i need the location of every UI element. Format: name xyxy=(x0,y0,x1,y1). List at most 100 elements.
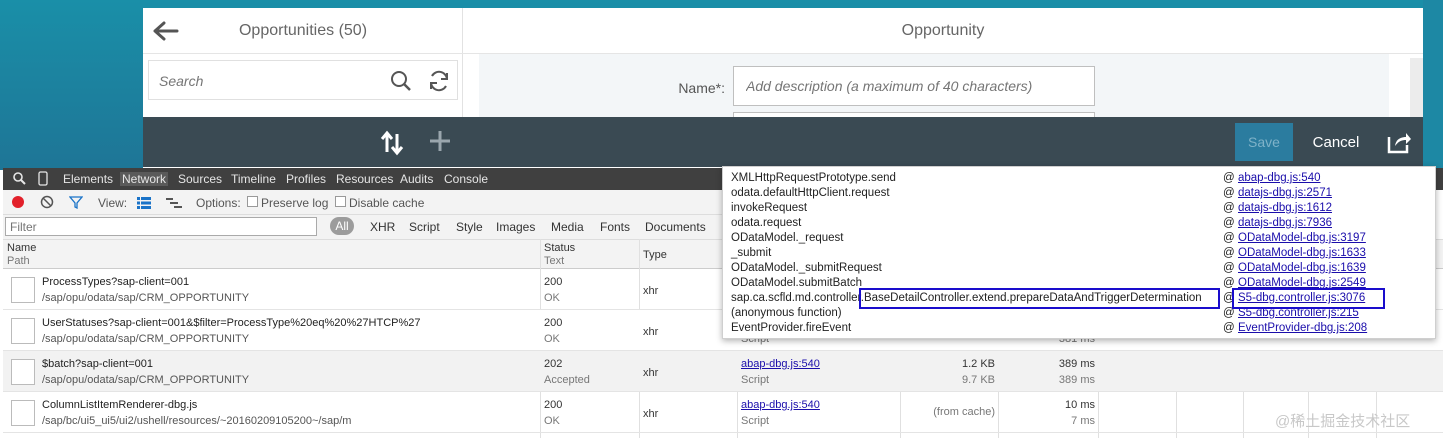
filter-images[interactable]: Images xyxy=(496,220,535,234)
file-icon xyxy=(11,277,35,303)
clear-icon[interactable] xyxy=(40,195,54,214)
tab-elements[interactable]: Elements xyxy=(63,172,113,186)
filter-documents[interactable]: Documents xyxy=(645,220,706,234)
app-right-strip xyxy=(1423,0,1443,170)
file-icon xyxy=(11,400,35,426)
request-type: xhr xyxy=(643,408,659,420)
share-icon[interactable] xyxy=(1386,130,1412,154)
inspect-icon[interactable] xyxy=(12,171,26,188)
col-status[interactable]: Status xyxy=(544,242,575,254)
request-latency: 389 ms xyxy=(1058,374,1095,386)
at-symbol: @ xyxy=(1223,202,1235,214)
master-title: Opportunities (50) xyxy=(238,22,368,39)
view-label: View: xyxy=(98,196,128,210)
filter-row: All XHR Script Style Images Media Fonts … xyxy=(3,215,723,239)
filter-style[interactable]: Style xyxy=(456,220,483,234)
at-symbol: @ xyxy=(1223,247,1235,259)
request-time: 389 ms xyxy=(1058,358,1095,370)
at-symbol: @ xyxy=(1223,187,1235,199)
request-content-size: (from cache) xyxy=(933,406,995,418)
footer-toolbar: Save Cancel xyxy=(143,117,1423,167)
col-type[interactable]: Type xyxy=(643,249,667,261)
request-content-size: 9.7 KB xyxy=(961,374,995,386)
file-icon xyxy=(11,359,35,385)
request-status-text: Accepted xyxy=(544,374,590,386)
col-text: Text xyxy=(544,255,565,267)
overview-icon[interactable] xyxy=(166,196,182,214)
search-input[interactable] xyxy=(159,71,359,91)
callstack-function: ODataModel._submitRequest xyxy=(731,262,882,274)
callstack-source-link[interactable]: ODataModel-dbg.js:3197 xyxy=(1238,232,1366,244)
initiator-callstack-popover: XMLHttpRequestPrototype.send @ abap-dbg.… xyxy=(722,166,1436,339)
device-mode-icon[interactable] xyxy=(38,171,48,189)
disable-cache-checkbox[interactable] xyxy=(335,196,346,207)
callstack-source-link[interactable]: ODataModel-dbg.js:1639 xyxy=(1238,262,1366,274)
request-type: xhr xyxy=(643,285,659,297)
cancel-button[interactable]: Cancel xyxy=(1303,123,1369,161)
request-size: 1.2 KB xyxy=(961,358,995,370)
request-initiator-type: Script xyxy=(741,415,770,427)
table-row[interactable]: $batch?sap-client=001 /sap/opu/odata/sap… xyxy=(3,351,1443,392)
at-symbol: @ xyxy=(1223,262,1235,274)
callstack-source-link[interactable]: datajs-dbg.js:1612 xyxy=(1238,202,1332,214)
request-initiator-type: Script xyxy=(741,374,770,386)
add-icon[interactable] xyxy=(427,128,453,156)
preserve-log-checkbox[interactable] xyxy=(247,196,258,207)
refresh-icon[interactable] xyxy=(427,69,451,93)
request-path: /sap/bc/ui5_ui5/ui2/ushell/resources/~20… xyxy=(42,415,352,427)
filter-input[interactable] xyxy=(5,217,317,236)
at-symbol: @ xyxy=(1223,322,1235,334)
network-toolbar: View: Options: Preserve log Disable cach… xyxy=(3,190,723,215)
request-initiator-link[interactable]: abap-dbg.js:540 xyxy=(741,358,820,370)
detail-pane: Opportunity Name*: xyxy=(463,8,1423,122)
preserve-log-label: Preserve log xyxy=(261,196,329,210)
tab-console[interactable]: Console xyxy=(444,172,488,186)
name-label: Name*: xyxy=(678,80,725,96)
callstack-source-link[interactable]: datajs-dbg.js:2571 xyxy=(1238,187,1332,199)
tab-profiles[interactable]: Profiles xyxy=(286,172,326,186)
sort-icon[interactable] xyxy=(379,130,405,156)
request-name: UserStatuses?sap-client=001&$filter=Proc… xyxy=(42,317,421,329)
tab-audits[interactable]: Audits xyxy=(400,172,433,186)
callstack-source-link[interactable]: abap-dbg.js:540 xyxy=(1238,172,1320,184)
request-path: /sap/opu/odata/sap/CRM_OPPORTUNITY xyxy=(42,292,250,304)
filter-media[interactable]: Media xyxy=(551,220,584,234)
record-icon[interactable] xyxy=(12,196,24,208)
callstack-function: ODataModel._request xyxy=(731,232,844,244)
table-row[interactable]: ColumnListItemRenderer-dbg.js /sap/bc/ui… xyxy=(3,392,1443,433)
tab-timeline[interactable]: Timeline xyxy=(231,172,276,186)
detail-title: Opportunity xyxy=(901,22,985,39)
filter-script[interactable]: Script xyxy=(409,220,440,234)
callstack-function: odata.request xyxy=(731,217,802,229)
request-path: /sap/opu/odata/sap/CRM_OPPORTUNITY xyxy=(42,333,250,345)
col-name[interactable]: Name xyxy=(7,242,36,254)
detail-form: Name*: xyxy=(479,54,1389,122)
large-rows-icon[interactable] xyxy=(137,196,151,214)
filter-icon[interactable] xyxy=(68,195,84,214)
filter-all-button[interactable]: All xyxy=(330,217,354,235)
master-pane: Opportunities (50) xyxy=(143,8,463,118)
name-input[interactable] xyxy=(733,66,1095,106)
save-button[interactable]: Save xyxy=(1235,123,1293,161)
callstack-function: XMLHttpRequestPrototype.send xyxy=(731,172,896,184)
callstack-source-link[interactable]: EventProvider-dbg.js:208 xyxy=(1238,322,1367,334)
request-time: 10 ms xyxy=(1065,399,1095,411)
request-status-text: OK xyxy=(544,415,560,427)
callstack-source-link[interactable]: datajs-dbg.js:7936 xyxy=(1238,217,1332,229)
callstack-function: odata.defaultHttpClient.request xyxy=(731,187,890,199)
tab-resources[interactable]: Resources xyxy=(336,172,393,186)
search-icon[interactable] xyxy=(389,69,413,93)
filter-xhr[interactable]: XHR xyxy=(370,220,395,234)
callstack-source-link[interactable]: ODataModel-dbg.js:1633 xyxy=(1238,247,1366,259)
search-box xyxy=(148,60,458,100)
at-symbol: @ xyxy=(1223,232,1235,244)
tab-sources[interactable]: Sources xyxy=(178,172,222,186)
request-initiator-link[interactable]: abap-dbg.js:540 xyxy=(741,399,820,411)
callstack-function: (anonymous function) xyxy=(731,307,842,319)
filter-fonts[interactable]: Fonts xyxy=(600,220,630,234)
disable-cache-label: Disable cache xyxy=(349,196,425,210)
request-type: xhr xyxy=(643,367,659,379)
detail-scrollbar[interactable] xyxy=(1410,58,1423,118)
tab-network[interactable]: Network xyxy=(120,172,169,186)
request-status: 202 xyxy=(544,358,563,370)
